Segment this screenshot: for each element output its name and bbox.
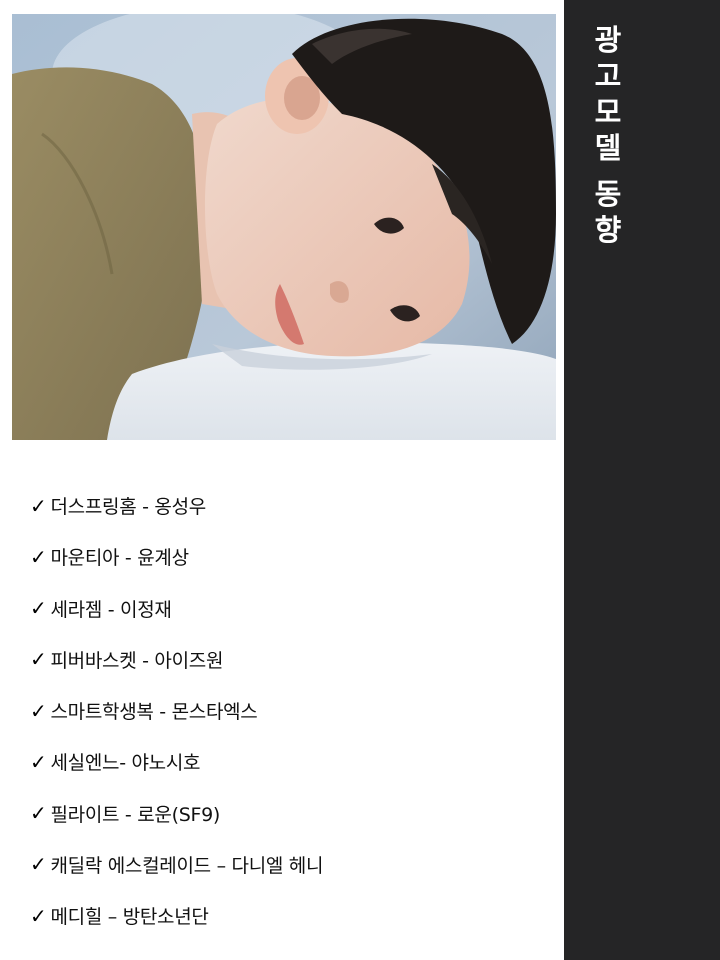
list-item-text: 스마트학생복 - 몬스타엑스 [50, 701, 258, 724]
list-item: ✓ 스마트학생복 - 몬스타엑스 [30, 685, 323, 736]
check-icon: ✓ [30, 647, 47, 672]
check-icon: ✓ [30, 801, 47, 826]
title-char: 동 [594, 177, 622, 211]
check-icon: ✓ [30, 852, 47, 877]
title-char: 고 [594, 59, 622, 93]
list-item: ✓ 메디힐 – 방탄소년단 [30, 890, 323, 941]
title-char: 모 [594, 95, 622, 129]
title-char: 광 [594, 23, 622, 57]
check-icon: ✓ [30, 698, 47, 723]
list-item-text: 필라이트 - 로운(SF9) [50, 803, 220, 826]
list-item-text: 더스프링홈 - 옹성우 [50, 496, 206, 519]
title-char: 델 [594, 131, 622, 165]
list-item-text: 마운티아 - 윤계상 [50, 547, 189, 570]
list-item-text: 캐딜락 에스컬레이드 – 다니엘 헤니 [50, 854, 324, 877]
check-icon: ✓ [30, 544, 47, 569]
sidebar-title: 광 고 모 델 동 향 [586, 22, 630, 248]
check-icon: ✓ [30, 903, 47, 928]
list-item-text: 세실엔느- 야노시호 [50, 752, 201, 775]
check-icon: ✓ [30, 596, 47, 621]
list-item: ✓ 캐딜락 에스컬레이드 – 다니엘 헤니 [30, 839, 323, 890]
ad-model-list: ✓ 더스프링홈 - 옹성우 ✓ 마운티아 - 윤계상 ✓ 세라젬 - 이정재 ✓ 피버바… [30, 480, 323, 941]
list-item-text: 세라젬 - 이정재 [50, 598, 172, 621]
check-icon: ✓ [30, 749, 47, 774]
list-item: ✓ 마운티아 - 윤계상 [30, 531, 323, 582]
list-item-text: 메디힐 – 방탄소년단 [50, 906, 209, 929]
list-item: ✓ 세라젬 - 이정재 [30, 583, 323, 634]
list-item: ✓ 세실엔느- 야노시호 [30, 736, 323, 787]
list-item: ✓ 더스프링홈 - 옹성우 [30, 480, 323, 531]
list-item-text: 피버바스켓 - 아이즈원 [50, 649, 224, 672]
check-icon: ✓ [30, 493, 47, 518]
list-item: ✓ 필라이트 - 로운(SF9) [30, 788, 323, 839]
list-item: ✓ 피버바스켓 - 아이즈원 [30, 634, 323, 685]
model-photo [12, 14, 556, 440]
title-char: 향 [594, 213, 622, 247]
